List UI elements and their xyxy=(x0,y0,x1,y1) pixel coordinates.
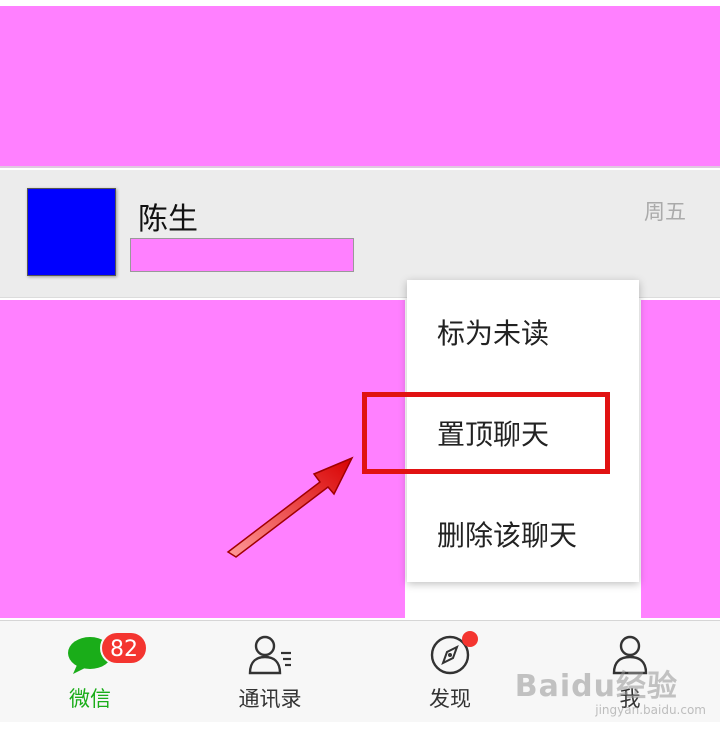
redacted-region-top xyxy=(0,6,720,168)
redacted-message-preview xyxy=(130,238,354,272)
redacted-region-left xyxy=(0,300,405,618)
chat-name: 陈生 xyxy=(138,202,198,237)
tab-chats[interactable]: 82 微信 xyxy=(0,621,180,723)
watermark-url: jingyan.baidu.com xyxy=(595,703,706,717)
chat-list-item[interactable]: 陈生 周五 xyxy=(0,170,720,298)
tab-me[interactable]: 我 Baidu经验 jingyan.baidu.com xyxy=(515,621,720,723)
tab-contacts[interactable]: 通讯录 xyxy=(180,621,360,723)
contacts-icon xyxy=(248,635,291,675)
chat-timestamp: 周五 xyxy=(644,200,686,224)
tab-label: 发现 xyxy=(429,687,471,711)
highlight-annotation-box xyxy=(362,392,610,474)
tab-label: 通讯录 xyxy=(238,687,302,711)
bottom-tab-bar: 82 微信 通讯录 发现 我 Baidu经验 jingyan.baidu.com xyxy=(0,620,720,722)
watermark-logo: Baidu经验 xyxy=(514,669,678,704)
avatar[interactable] xyxy=(27,188,116,276)
menu-item-delete-chat[interactable]: 删除该聊天 xyxy=(437,514,577,554)
redacted-region-right xyxy=(641,300,720,618)
unread-badge: 82 xyxy=(100,631,148,665)
notification-dot xyxy=(462,631,478,647)
tab-label: 微信 xyxy=(69,687,111,711)
menu-item-mark-unread[interactable]: 标为未读 xyxy=(437,312,549,352)
tab-discover[interactable]: 发现 xyxy=(360,621,540,723)
